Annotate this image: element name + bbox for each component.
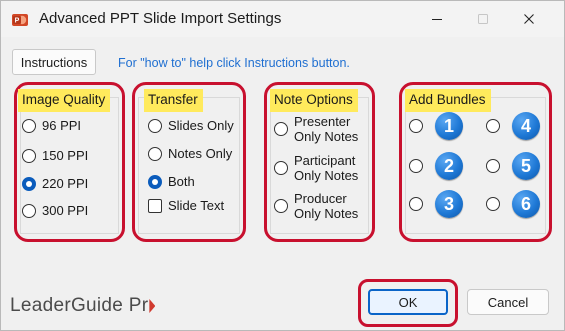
transfer-option-both[interactable]: Both xyxy=(148,174,195,189)
radio-button[interactable] xyxy=(148,118,162,133)
radio-button[interactable] xyxy=(486,197,500,211)
logo-text: LeaderGuide Pr xyxy=(10,295,149,316)
option-label-line1: Participant xyxy=(294,153,356,168)
note-option-presenter[interactable]: Presenter Only Notes xyxy=(274,114,358,144)
slide-text-checkbox-row[interactable]: Slide Text xyxy=(148,198,224,213)
transfer-label: Transfer xyxy=(144,89,203,112)
add-bundles-label: Add Bundles xyxy=(405,89,491,112)
option-label: Slides Only xyxy=(168,118,234,133)
image-quality-option-96[interactable]: 96 PPI xyxy=(22,118,81,133)
radio-button[interactable] xyxy=(274,199,288,213)
option-label: Notes Only xyxy=(168,146,233,161)
bundle-3-badge-icon: 3 xyxy=(435,190,463,218)
bundle-5-badge-icon: 5 xyxy=(512,152,540,180)
dialog-window: P Advanced PPT Slide Import Settings Ins… xyxy=(0,0,565,331)
transfer-group: Transfer Slides Only Notes Only Both Sli… xyxy=(132,82,246,242)
bundle-6-badge-icon: 6 xyxy=(512,190,540,218)
option-label: 300 PPI xyxy=(42,203,89,218)
slide-text-checkbox[interactable] xyxy=(148,198,162,213)
option-label: 150 PPI xyxy=(42,148,89,163)
bundle-6-option[interactable]: 6 xyxy=(486,190,540,218)
help-hint-text: For "how to" help click Instructions but… xyxy=(118,56,350,70)
radio-button[interactable] xyxy=(486,159,500,173)
bundle-3-option[interactable]: 3 xyxy=(409,190,463,218)
radio-button[interactable] xyxy=(409,159,423,173)
image-quality-label: Image Quality xyxy=(18,89,111,112)
leaderguide-pro-logo: LeaderGuide Pr xyxy=(10,295,156,317)
maximize-button[interactable] xyxy=(460,1,506,37)
note-option-participant[interactable]: Participant Only Notes xyxy=(274,153,358,183)
note-options-label: Note Options xyxy=(270,89,358,112)
option-label: Slide Text xyxy=(168,198,225,213)
cancel-button[interactable]: Cancel xyxy=(467,289,549,315)
title-bar[interactable]: P Advanced PPT Slide Import Settings xyxy=(1,1,564,37)
radio-button[interactable] xyxy=(22,118,36,133)
instructions-button[interactable]: Instructions xyxy=(12,49,96,75)
image-quality-option-300[interactable]: 300 PPI xyxy=(22,203,88,218)
close-icon xyxy=(524,14,534,24)
option-label-line2: Only Notes xyxy=(294,168,359,183)
bundle-5-option[interactable]: 5 xyxy=(486,152,540,180)
bundle-1-option[interactable]: 1 xyxy=(409,112,463,140)
note-options-group: Note Options Presenter Only Notes Partic… xyxy=(264,82,375,242)
transfer-option-slides-only[interactable]: Slides Only xyxy=(148,118,234,133)
option-label: Participant Only Notes xyxy=(294,153,358,183)
transfer-option-notes-only[interactable]: Notes Only xyxy=(148,146,232,161)
option-label: Both xyxy=(168,174,195,189)
image-quality-option-150[interactable]: 150 PPI xyxy=(22,148,88,163)
radio-button[interactable] xyxy=(148,146,162,161)
radio-button[interactable] xyxy=(22,203,36,218)
logo-arrow-icon xyxy=(149,299,156,313)
add-bundles-group: Add Bundles 1 2 3 4 5 6 xyxy=(399,82,552,242)
option-label: 96 PPI xyxy=(42,118,82,133)
radio-button[interactable] xyxy=(22,148,36,163)
powerpoint-icon: P xyxy=(12,14,28,26)
window-title: Advanced PPT Slide Import Settings xyxy=(39,10,282,27)
radio-button[interactable] xyxy=(274,122,288,136)
bundle-1-badge-icon: 1 xyxy=(435,112,463,140)
bundle-2-badge-icon: 2 xyxy=(435,152,463,180)
option-label-line2: Only Notes xyxy=(294,206,359,221)
radio-button-selected[interactable] xyxy=(148,174,162,189)
image-quality-group: Image Quality 96 PPI 150 PPI 220 PPI 300… xyxy=(14,82,125,242)
bundle-4-option[interactable]: 4 xyxy=(486,112,540,140)
option-label: 220 PPI xyxy=(42,176,89,191)
radio-button-selected[interactable] xyxy=(22,176,36,191)
minimize-button[interactable] xyxy=(414,1,460,37)
maximize-icon xyxy=(478,14,488,24)
radio-button[interactable] xyxy=(409,197,423,211)
svg-text:P: P xyxy=(15,18,20,25)
minimize-icon xyxy=(432,19,442,20)
option-label-line1: Producer xyxy=(294,191,347,206)
image-quality-option-220[interactable]: 220 PPI xyxy=(22,176,88,191)
radio-button[interactable] xyxy=(274,161,288,175)
radio-button[interactable] xyxy=(486,119,500,133)
bundle-2-option[interactable]: 2 xyxy=(409,152,463,180)
option-label-line2: Only Notes xyxy=(294,129,359,144)
note-option-producer[interactable]: Producer Only Notes xyxy=(274,191,358,221)
option-label: Presenter Only Notes xyxy=(294,114,358,144)
close-button[interactable] xyxy=(506,1,552,37)
bundle-4-badge-icon: 4 xyxy=(512,112,540,140)
option-label: Producer Only Notes xyxy=(294,191,358,221)
radio-button[interactable] xyxy=(409,119,423,133)
option-label-line1: Presenter xyxy=(294,114,351,129)
ok-button[interactable]: OK xyxy=(368,289,448,315)
